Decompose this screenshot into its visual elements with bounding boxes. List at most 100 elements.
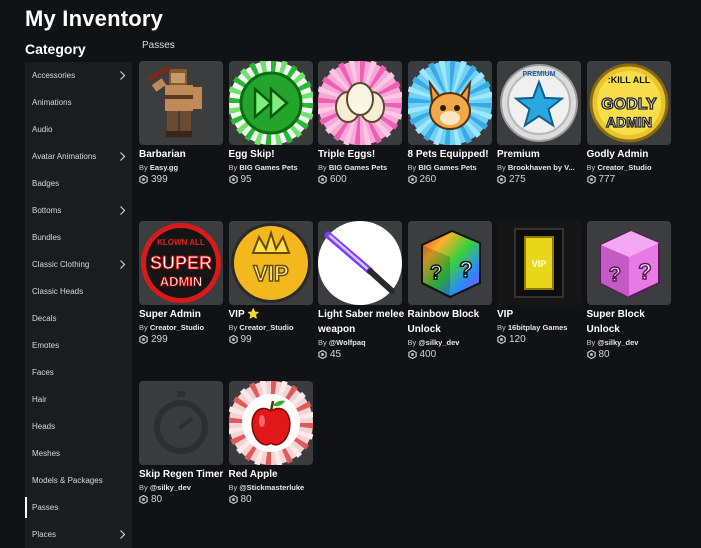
sidebar-item-label: Heads <box>32 422 56 431</box>
super-admin-icon: KLOWN ALL SUPER ADMIN <box>139 221 223 305</box>
item-thumbnail[interactable]: PREMIUM <box>497 61 581 145</box>
sidebar-item-label: Meshes <box>32 449 61 458</box>
robux-icon <box>497 175 506 184</box>
sidebar-item-models-packages[interactable]: Models & Packages <box>25 467 132 494</box>
item-card[interactable]: Barbarian By Easy.gg 399 <box>139 61 223 185</box>
creator-prefix: By <box>139 163 148 172</box>
creator-name[interactable]: Easy.gg <box>150 163 178 172</box>
sidebar-item-classic-clothing[interactable]: Classic Clothing <box>25 251 132 278</box>
item-card[interactable]: 8 Pets Equipped! By BIG Games Pets 260 <box>407 61 492 185</box>
sidebar-item-passes[interactable]: Passes <box>25 494 132 521</box>
item-card[interactable]: Light Saber melee weapon By @Wolfpaq 45 <box>318 221 404 360</box>
item-price: 80 <box>139 494 223 505</box>
item-thumbnail[interactable] <box>407 61 492 145</box>
price-value: 275 <box>509 174 526 185</box>
svg-text:?: ? <box>459 257 472 282</box>
item-card[interactable]: KLOWN ALL SUPER ADMIN Super Admin By Creat… <box>139 221 223 345</box>
item-name[interactable]: Super Admin <box>139 307 227 322</box>
sidebar-item-label: Passes <box>32 503 59 512</box>
item-thumbnail[interactable] <box>139 381 223 465</box>
item-name[interactable]: 8 Pets Equipped! <box>408 147 496 162</box>
item-name[interactable]: Skip Regen Timer <box>139 467 227 482</box>
creator-prefix: By <box>586 338 596 347</box>
sidebar-item-faces[interactable]: Faces <box>25 359 132 386</box>
godly-admin-icon: :KILL ALL GODLY ADMIN <box>586 61 671 145</box>
creator-name[interactable]: @Stickmasterluke <box>239 483 304 492</box>
item-name[interactable]: Barbarian <box>139 147 227 162</box>
creator-name[interactable]: Creator_Studio <box>150 323 204 332</box>
item-thumbnail[interactable]: VIP <box>228 221 313 305</box>
item-card[interactable]: Skip Regen Timer By @silky_dev 80 <box>139 381 223 505</box>
creator-name[interactable]: Creator_Studio <box>239 323 293 332</box>
item-thumbnail[interactable]: VIP <box>497 221 581 305</box>
sidebar-item-meshes[interactable]: Meshes <box>25 440 132 467</box>
creator-name[interactable]: Brookhaven by V... <box>508 163 575 172</box>
item-card[interactable]: ? ? Rainbow Block Unlock By @silky_dev 400 <box>407 221 492 360</box>
item-card[interactable]: Triple Eggs! By BIG Games Pets 600 <box>318 61 402 185</box>
sidebar-item-hair[interactable]: Hair <box>25 386 132 413</box>
item-creator: By Easy.gg <box>139 163 223 172</box>
item-card[interactable]: VIP VIP ⭐ By Creator_Studio 99 <box>228 221 313 345</box>
sidebar-item-avatar-animations[interactable]: Avatar Animations <box>25 143 132 170</box>
item-name[interactable]: Red Apple <box>229 467 317 482</box>
item-name[interactable]: Premium <box>497 147 585 162</box>
item-card[interactable]: VIP VIP By 16bitplay Games 120 <box>497 221 581 345</box>
item-thumbnail[interactable]: KLOWN ALL SUPER ADMIN <box>139 221 223 305</box>
item-name[interactable]: Rainbow Block Unlock <box>408 307 496 337</box>
item-card[interactable]: Egg Skip! By BIG Games Pets 95 <box>228 61 313 185</box>
sidebar-item-label: Accessories <box>32 71 76 80</box>
item-price: 99 <box>228 334 313 345</box>
item-card[interactable]: Red Apple By @Stickmasterluke 80 <box>228 381 313 505</box>
sidebar-item-label: Models & Packages <box>32 476 103 485</box>
creator-name[interactable]: @silky_dev <box>597 338 638 347</box>
item-thumbnail[interactable] <box>318 61 402 145</box>
item-name[interactable]: Super Block Unlock <box>587 307 675 337</box>
sidebar-item-emotes[interactable]: Emotes <box>25 332 132 359</box>
sidebar-item-animations[interactable]: Animations <box>25 89 132 116</box>
item-card[interactable]: ? ? Super Block Unlock By @silky_dev 80 <box>586 221 671 360</box>
item-thumbnail[interactable]: ? ? <box>407 221 492 305</box>
item-name[interactable]: Egg Skip! <box>229 147 317 162</box>
svg-text:?: ? <box>429 262 441 284</box>
creator-name[interactable]: Creator_Studio <box>597 163 651 172</box>
creator-name[interactable]: BIG Games Pets <box>418 163 476 172</box>
item-thumbnail[interactable] <box>318 221 402 305</box>
sidebar-item-classic-heads[interactable]: Classic Heads <box>25 278 132 305</box>
creator-name[interactable]: BIG Games Pets <box>239 163 297 172</box>
vip-door-icon: VIP <box>497 221 581 305</box>
sidebar-item-bottoms[interactable]: Bottoms <box>25 197 132 224</box>
svg-text:PREMIUM: PREMIUM <box>522 71 555 78</box>
sidebar-item-accessories[interactable]: Accessories <box>25 62 132 89</box>
creator-name[interactable]: BIG Games Pets <box>329 163 387 172</box>
item-name[interactable]: VIP <box>497 307 585 322</box>
category-sidebar: Accessories Animations Audio Avatar Animati… <box>25 62 132 548</box>
creator-prefix: By <box>497 163 506 172</box>
creator-name[interactable]: @silky_dev <box>418 338 459 347</box>
item-thumbnail[interactable]: :KILL ALL GODLY ADMIN <box>586 61 671 145</box>
sidebar-item-badges[interactable]: Badges <box>25 170 132 197</box>
red-apple-icon <box>228 381 313 465</box>
item-name[interactable]: Triple Eggs! <box>318 147 406 162</box>
item-thumbnail[interactable] <box>139 61 223 145</box>
item-name[interactable]: Light Saber melee weapon <box>318 307 406 337</box>
creator-name[interactable]: 16bitplay Games <box>508 323 568 332</box>
item-name[interactable]: Godly Admin <box>587 147 675 162</box>
sidebar-item-places[interactable]: Places <box>25 521 132 548</box>
item-name[interactable]: VIP ⭐ <box>229 307 317 322</box>
sidebar-item-bundles[interactable]: Bundles <box>25 224 132 251</box>
item-card[interactable]: :KILL ALL GODLY ADMIN Godly Admin By Creat… <box>586 61 671 185</box>
item-thumbnail[interactable] <box>228 381 313 465</box>
creator-name[interactable]: @silky_dev <box>150 483 191 492</box>
item-creator: By @silky_dev <box>408 338 492 347</box>
sidebar-item-decals[interactable]: Decals <box>25 305 132 332</box>
sidebar-item-audio[interactable]: Audio <box>25 116 132 143</box>
item-creator: By Creator_Studio <box>229 323 313 332</box>
item-thumbnail[interactable]: ? ? <box>586 221 671 305</box>
creator-name[interactable]: @Wolfpaq <box>329 338 366 347</box>
creator-prefix: By <box>228 483 238 492</box>
item-thumbnail[interactable] <box>228 61 313 145</box>
creator-prefix: By <box>228 323 238 332</box>
item-card[interactable]: PREMIUM Premium By Brookhaven by V... 275 <box>497 61 581 185</box>
sidebar-item-heads[interactable]: Heads <box>25 413 132 440</box>
stopwatch-icon <box>139 381 223 465</box>
